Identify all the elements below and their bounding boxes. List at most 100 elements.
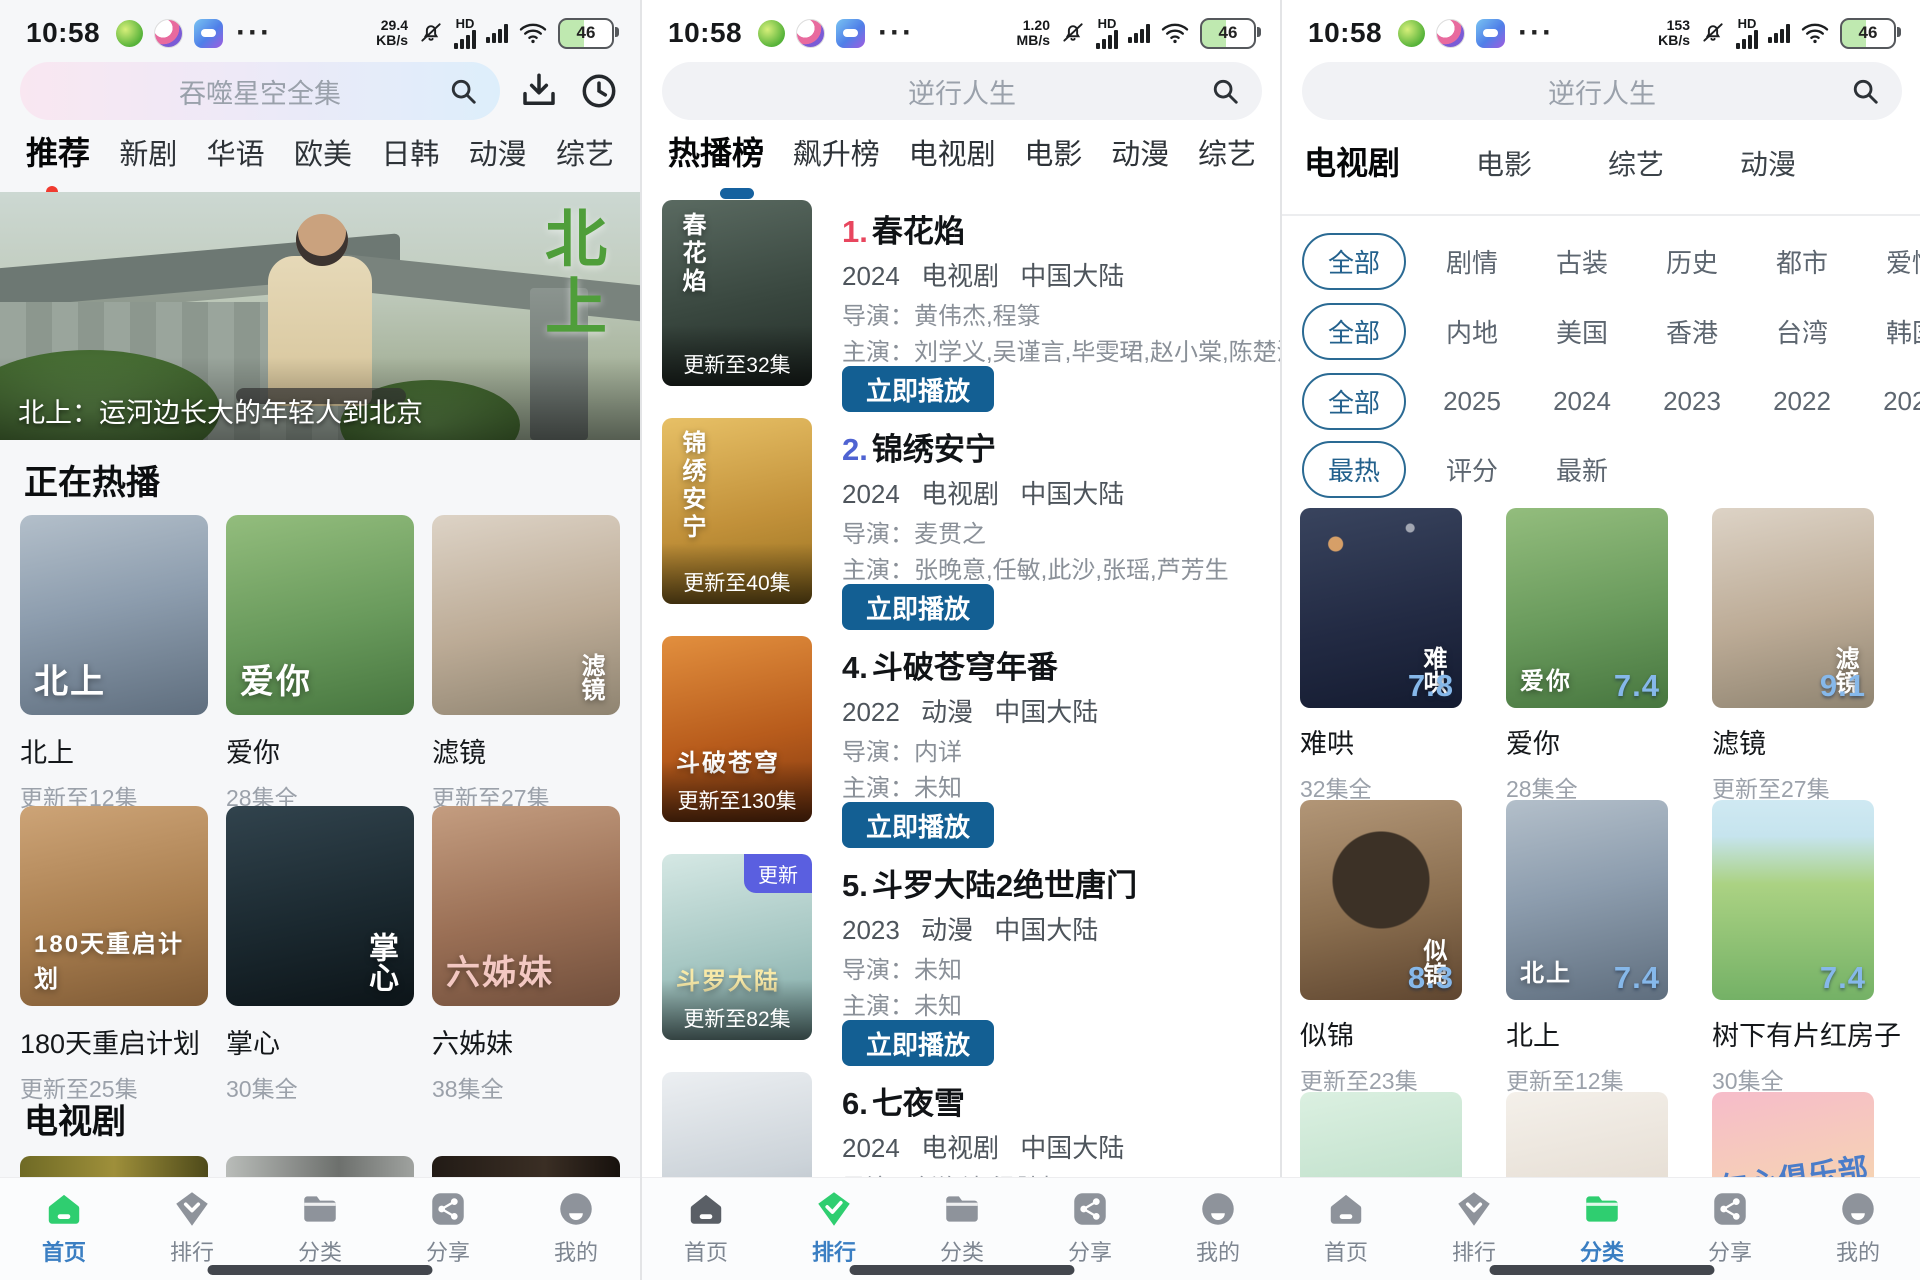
rank-list-item[interactable]: 春花焰 更新至32集 1. 春花焰 2024 电视剧 中国大陆 导演：黄伟杰,程箓… xyxy=(662,200,1282,417)
nav-home[interactable]: 首页 xyxy=(0,1178,128,1280)
poster-chunhuayan[interactable]: 春花焰 更新至32集 xyxy=(662,200,812,386)
rating-badge: 9.1 xyxy=(1819,668,1866,703)
filter-option[interactable]: 评分 xyxy=(1428,451,1516,488)
search-input[interactable]: 吞噬星空全集 xyxy=(20,62,500,120)
status-time: 10:58 xyxy=(668,17,743,48)
filter-option[interactable]: 历史 xyxy=(1648,243,1736,280)
filter-option[interactable]: 2021 xyxy=(1868,386,1920,417)
tab-anime[interactable]: 动漫 xyxy=(469,131,527,173)
poster-douluodalu[interactable]: 更新 斗罗大陆 更新至82集 xyxy=(662,854,812,1040)
tab-tv[interactable]: 电视剧 xyxy=(909,131,996,173)
filter-option[interactable]: 爱情 xyxy=(1868,243,1920,280)
filter-pill-all[interactable]: 全部 xyxy=(1302,302,1406,360)
filter-pill-hottest[interactable]: 最热 xyxy=(1302,440,1406,498)
rank-list-item[interactable]: 更新 斗罗大陆 更新至82集 5.斗罗大陆2绝世唐门 2023 动漫 中国大陆 … xyxy=(662,854,1264,1071)
profile-icon xyxy=(1202,1193,1234,1225)
tab-recommend[interactable]: 推荐 xyxy=(26,128,90,174)
media-card[interactable]: 掌心 掌心 30集全 xyxy=(226,806,414,1104)
search-icon[interactable] xyxy=(448,76,478,106)
poster-doupocangqiong[interactable]: 斗破苍穹 更新至130集 xyxy=(662,636,812,822)
filter-option[interactable]: 剧情 xyxy=(1428,243,1516,280)
media-card[interactable]: 北上 北上 更新至12集 xyxy=(20,515,208,813)
home-indicator[interactable] xyxy=(1489,1265,1715,1275)
poster-lvjing[interactable]: 滤镜 xyxy=(432,515,620,715)
tab-hot-list[interactable]: 热播榜 xyxy=(668,128,764,174)
poster-liujiemei[interactable]: 六姊妹 xyxy=(432,806,620,1006)
nav-profile[interactable]: 我的 xyxy=(1154,1178,1282,1280)
hd-signal-icon: HD xyxy=(1096,17,1118,49)
poster-aini[interactable]: 爱你 7.4 xyxy=(1506,508,1668,708)
filter-region-row: 全部 内地 美国 香港 台湾 韩国 xyxy=(1282,302,1920,360)
tab-tv[interactable]: 电视剧 xyxy=(1304,138,1400,184)
tab-chinese[interactable]: 华语 xyxy=(207,131,265,173)
play-now-button[interactable]: 立即播放 xyxy=(842,366,994,412)
play-now-button[interactable]: 立即播放 xyxy=(842,584,994,630)
media-card[interactable]: 7.4 树下有片红房子 30集全 xyxy=(1712,800,1901,1096)
tab-movie[interactable]: 电影 xyxy=(1024,131,1082,173)
poster-sijin[interactable]: 似锦 8.3 xyxy=(1300,800,1462,1000)
filter-option[interactable]: 古装 xyxy=(1538,243,1626,280)
nav-home[interactable]: 首页 xyxy=(642,1178,770,1280)
filter-option[interactable]: 都市 xyxy=(1758,243,1846,280)
poster-shuxia[interactable]: 7.4 xyxy=(1712,800,1874,1000)
tab-anime[interactable]: 动漫 xyxy=(1740,143,1796,183)
media-card[interactable]: 似锦 8.3 似锦 更新至23集 xyxy=(1300,800,1462,1096)
poster-zhangxin[interactable]: 掌心 xyxy=(226,806,414,1006)
filter-option[interactable]: 2023 xyxy=(1648,386,1736,417)
poster-lvjing[interactable]: 滤镜 9.1 xyxy=(1712,508,1874,708)
filter-pill-all[interactable]: 全部 xyxy=(1302,372,1406,430)
tab-new-dramas[interactable]: 新剧 xyxy=(119,131,177,173)
search-input[interactable]: 逆行人生 xyxy=(1302,62,1902,120)
profile-icon xyxy=(560,1193,592,1225)
tab-jp-kr[interactable]: 日韩 xyxy=(381,131,439,173)
search-icon[interactable] xyxy=(1210,76,1240,106)
poster-nanhong[interactable]: 难哄 7.8 xyxy=(1300,508,1462,708)
nav-profile[interactable]: 我的 xyxy=(512,1178,640,1280)
filter-option[interactable]: 2024 xyxy=(1538,386,1626,417)
filter-option[interactable]: 2025 xyxy=(1428,386,1516,417)
poster-beishang[interactable]: 北上 7.4 xyxy=(1506,800,1668,1000)
poster-jinxiuanning[interactable]: 锦绣安宁 更新至40集 xyxy=(662,418,812,604)
media-card[interactable]: 难哄 7.8 难哄 32集全 xyxy=(1300,508,1462,804)
poster-aini[interactable]: 爱你 xyxy=(226,515,414,715)
media-card[interactable]: 爱你 7.4 爱你 28集全 xyxy=(1506,508,1668,804)
media-card[interactable]: 180天重启计划 180天重启计划 更新至25集 xyxy=(20,806,208,1104)
rank-list-item[interactable]: 锦绣安宁 更新至40集 2. 锦绣安宁 2024 电视剧 中国大陆 导演：麦贯之 … xyxy=(662,418,1264,635)
poster-180days[interactable]: 180天重启计划 xyxy=(20,806,208,1006)
poster-beishang[interactable]: 北上 xyxy=(20,515,208,715)
filter-pill-all[interactable]: 全部 xyxy=(1302,232,1406,290)
home-icon xyxy=(1330,1194,1362,1224)
filter-option[interactable]: 2022 xyxy=(1758,386,1846,417)
search-icon[interactable] xyxy=(1850,76,1880,106)
filter-option[interactable]: 香港 xyxy=(1648,313,1736,350)
filter-option[interactable]: 韩国 xyxy=(1868,313,1920,350)
media-card[interactable]: 滤镜 滤镜 更新至27集 xyxy=(432,515,620,813)
filter-option[interactable]: 台湾 xyxy=(1758,313,1846,350)
nav-profile[interactable]: 我的 xyxy=(1794,1178,1920,1280)
tab-movie[interactable]: 电影 xyxy=(1476,143,1532,183)
download-icon[interactable] xyxy=(518,70,560,112)
play-now-button[interactable]: 立即播放 xyxy=(842,1020,994,1066)
history-icon[interactable] xyxy=(578,70,620,112)
hero-banner[interactable]: 北上 北上：运河边长大的年轻人到北京 xyxy=(0,192,640,440)
media-card[interactable]: 六姊妹 六姊妹 38集全 xyxy=(432,806,620,1104)
tab-rising-list[interactable]: 飙升榜 xyxy=(793,131,880,173)
tab-variety[interactable]: 综艺 xyxy=(1198,131,1256,173)
media-card[interactable]: 滤镜 9.1 滤镜 更新至27集 xyxy=(1712,508,1874,804)
play-now-button[interactable]: 立即播放 xyxy=(842,802,994,848)
tab-variety[interactable]: 综艺 xyxy=(1608,143,1664,183)
tab-variety[interactable]: 综艺 xyxy=(556,131,614,173)
filter-option[interactable]: 最新 xyxy=(1538,451,1626,488)
tab-anime[interactable]: 动漫 xyxy=(1111,131,1169,173)
rank-list-item[interactable]: 斗破苍穹 更新至130集 4.斗破苍穹年番 2022 动漫 中国大陆 导演：内详… xyxy=(662,636,1264,853)
media-card[interactable]: 北上 7.4 北上 更新至12集 xyxy=(1506,800,1668,1096)
home-indicator[interactable] xyxy=(207,1265,433,1275)
filter-option[interactable]: 内地 xyxy=(1428,313,1516,350)
search-input[interactable]: 逆行人生 xyxy=(662,62,1262,120)
filter-option[interactable]: 美国 xyxy=(1538,313,1626,350)
nav-home[interactable]: 首页 xyxy=(1282,1178,1410,1280)
card-title: 北上 xyxy=(1506,1021,1560,1051)
media-card[interactable]: 爱你 爱你 28集全 xyxy=(226,515,414,813)
tab-western[interactable]: 欧美 xyxy=(294,131,352,173)
home-indicator[interactable] xyxy=(849,1265,1075,1275)
